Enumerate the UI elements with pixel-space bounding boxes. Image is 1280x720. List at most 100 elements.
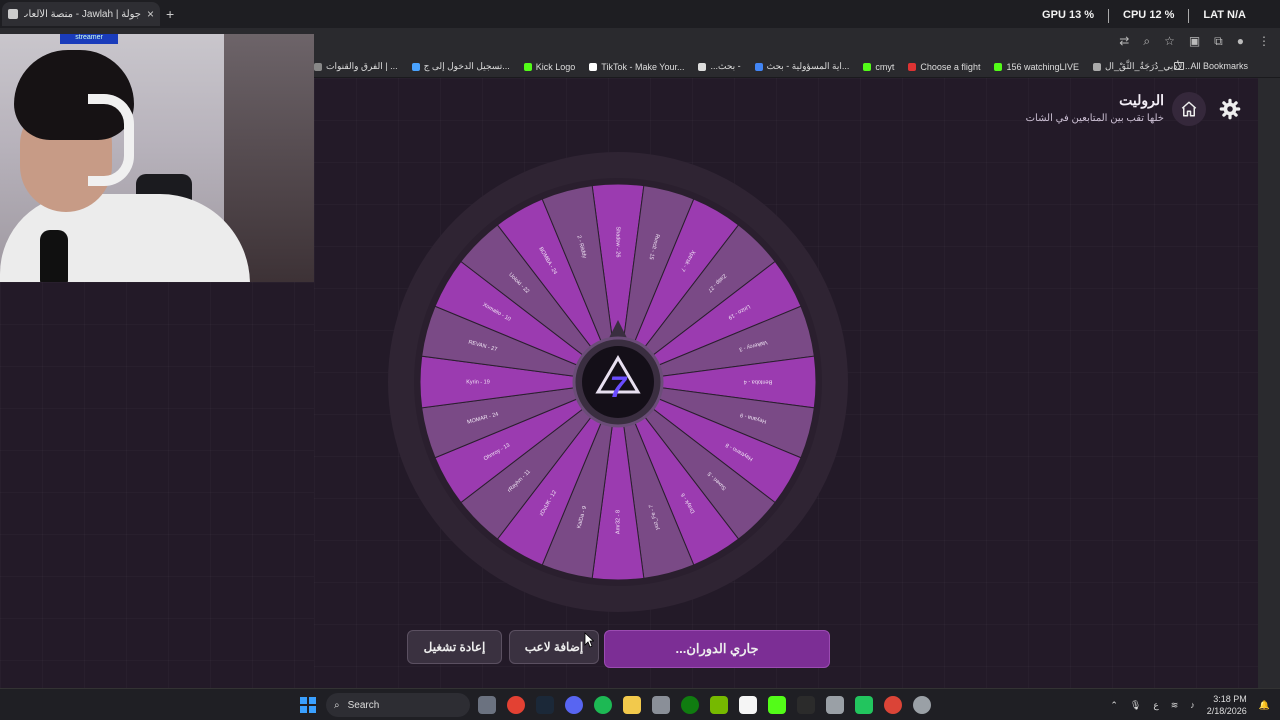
bookmark-item[interactable]: تسجيل الدخول إلى ج... [411,61,510,72]
gpu-label: GPU [1042,9,1066,21]
discord-icon[interactable] [565,696,583,714]
restart-button[interactable]: إعادة تشغيل [407,630,502,664]
gpu-value: 13 % [1068,9,1095,21]
bookmark-favicon-icon [908,62,917,71]
clock[interactable]: 3:18 PM 2/18/2026 [1207,693,1247,717]
bookmark-item[interactable]: TikTok - Make Your... [589,61,684,72]
bookmarks-list: الفرق والقنوات | ... تسجيل الدخول إلى ج..… [314,61,1192,72]
bookmark-label: ...بحث - [710,61,741,71]
spotify-icon[interactable] [594,696,612,714]
store-icon[interactable] [652,696,670,714]
windows-start-icon[interactable] [300,697,316,713]
kick-icon[interactable] [768,696,786,714]
wheel-segment-label: Amr32 - 8 [615,510,621,534]
bookmark-label: 156 watchingLIVE [1006,61,1080,72]
lat-label: LAT [1203,9,1224,21]
tab-close-icon[interactable]: × [147,7,154,21]
lat-value: N/A [1227,9,1246,21]
bookmark-label: الفرق والقنوات | ... [326,61,398,71]
cpu-label: CPU [1123,9,1147,21]
bookmark-item[interactable]: 156 watchingLIVE [994,61,1079,72]
microphone-icon [40,230,68,282]
volume-icon[interactable]: ♪ [1190,700,1195,710]
bookmark-item[interactable]: ...بحث - [698,61,741,72]
folder-icon [1174,62,1185,70]
translate-icon[interactable]: ⇄ [1119,34,1129,49]
cpu-value: 12 % [1149,9,1175,21]
document-icon[interactable] [739,696,757,714]
bookmark-favicon-icon [589,62,598,71]
extensions-icon[interactable]: ⧉ [1214,34,1223,49]
gear-icon [1219,98,1241,120]
steam-icon[interactable] [536,696,554,714]
language-indicator[interactable]: ع [1153,700,1158,711]
browser-tab[interactable]: جولة | Jawlah - منصة الألعاب ال... × [2,2,160,26]
clock-date: 2/18/2026 [1206,706,1247,716]
headset-icon [88,94,134,186]
all-bookmarks[interactable]: All Bookmarks [1174,61,1248,71]
bookmark-item[interactable]: Choose a flight [908,61,980,72]
bookmark-label: Kick Logo [535,61,576,72]
chrome-active-icon[interactable] [884,696,902,714]
bookmark-favicon-icon [863,62,872,71]
mic-tray-icon[interactable]: 🎙 [1130,700,1141,711]
bookmark-favicon-icon [523,62,532,71]
perf-divider [1188,9,1190,23]
page-title: الروليت [1119,92,1164,108]
nvidia-icon[interactable] [710,696,728,714]
settings-button[interactable] [1213,92,1247,126]
chrome-icon[interactable] [507,696,525,714]
spin-button[interactable]: جاري الدوران... [604,630,830,668]
camera-app-icon[interactable] [478,696,496,714]
home-icon [1181,101,1197,117]
bookmark-label: Choose a flight [920,61,981,72]
system-tray: ⌃ 🎙 ع ≋ ♪ 3:18 PM 2/18/2026 🔔 [1110,693,1270,717]
zoom-icon[interactable]: ⌕ [1143,34,1150,49]
bookmark-item[interactable]: اية المسؤولية - بحث... [754,61,849,72]
scrollbar[interactable] [1258,78,1280,688]
search-icon: ⌕ [334,699,340,711]
tab-title: جولة | Jawlah - منصة الألعاب ال... [24,8,141,20]
bookmark-favicon-icon [411,62,420,71]
recycle-icon[interactable] [826,696,844,714]
perf-overlay: GPU 13 % CPU 12 % LAT N/A [1042,9,1246,23]
page-left-area [0,282,314,688]
webcam-overlay: streamer [0,34,314,282]
notification-icon[interactable]: 🔔 [1259,700,1270,711]
bookmark-favicon-icon [994,62,1003,71]
sidepanel-icon[interactable]: ▣ [1189,34,1200,49]
webcam-hoodie [0,194,250,282]
star-icon[interactable]: ☆ [1164,34,1175,49]
settings-app-icon[interactable] [913,696,931,714]
center-logo: 7 [610,371,628,404]
green-app-icon[interactable] [855,696,873,714]
webcam-nametag: streamer [60,34,118,44]
bookmark-item[interactable]: الفرق والقنوات | ... [314,61,398,72]
bookmark-label: cmyt [875,61,895,72]
bookmark-favicon-icon [754,62,763,71]
clock-time: 3:18 PM [1213,694,1247,704]
tab-favicon-icon [8,9,18,19]
bookmark-item[interactable]: Kick Logo [523,61,576,72]
xbox-icon[interactable] [681,696,699,714]
roulette-wheel[interactable]: Shadow - 26 Rvnclt - 15 Xptrsk - 7 Zatip - … [388,152,848,612]
bookmark-label: تسجيل الدخول إلى ج... [423,61,510,71]
mouse-cursor-icon [584,632,594,648]
wheel-svg: Shadow - 26 Rvnclt - 15Xptrsk - 7Zatip - … [388,152,848,612]
g-app-icon[interactable] [797,696,815,714]
taskbar-search-placeholder: Search [347,699,380,711]
perf-divider [1108,9,1110,23]
bookmark-item[interactable]: cmyt [863,61,894,72]
bookmark-favicon-icon [314,62,322,71]
home-button[interactable] [1172,92,1206,126]
menu-icon[interactable]: ⋮ [1258,34,1270,49]
wifi-icon[interactable]: ≋ [1171,700,1179,711]
all-bookmarks-label: All Bookmarks [1190,61,1248,71]
chevron-up-icon[interactable]: ⌃ [1110,700,1118,711]
new-tab-icon[interactable]: + [166,6,174,22]
taskbar-search[interactable]: ⌕ Search [326,693,470,717]
taskbar-apps [478,696,931,714]
profile-icon[interactable]: ● [1237,34,1244,49]
file-explorer-icon[interactable] [623,696,641,714]
wheel-segment-label: Shadow - 26 [615,227,621,258]
